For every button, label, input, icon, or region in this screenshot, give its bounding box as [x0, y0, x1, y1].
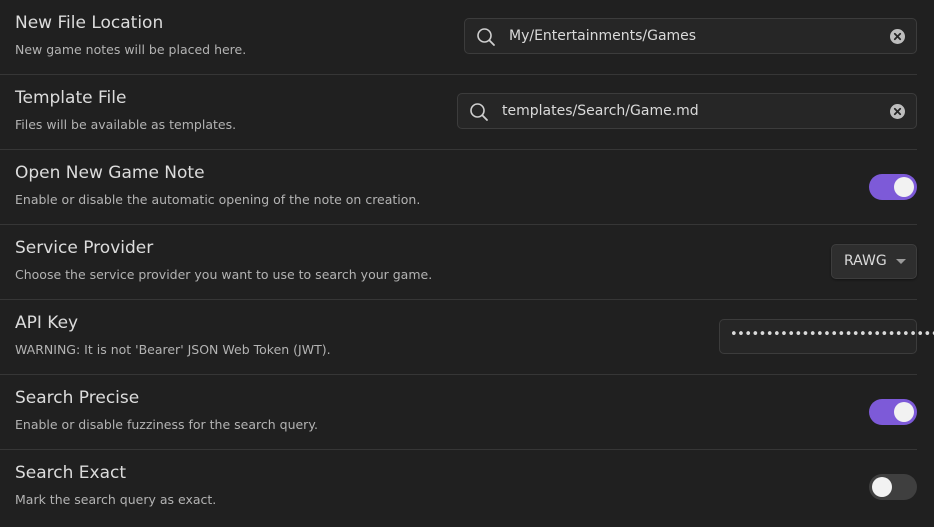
- open-new-game-note-toggle[interactable]: [869, 174, 917, 200]
- settings-panel: New File Location New game notes will be…: [0, 0, 934, 527]
- new-file-location-input[interactable]: My/Entertainments/Games: [464, 18, 917, 54]
- setting-title: Open New Game Note: [15, 163, 205, 183]
- template-file-input[interactable]: templates/Search/Game.md: [457, 93, 917, 129]
- setting-search-exact: Search Exact Mark the search query as ex…: [0, 450, 934, 525]
- toggle-knob: [872, 477, 892, 497]
- setting-description: Enable or disable the automatic opening …: [15, 192, 421, 207]
- setting-service-provider: Service Provider Choose the service prov…: [0, 225, 934, 300]
- setting-description: New game notes will be placed here.: [15, 42, 247, 57]
- setting-title: Search Precise: [15, 388, 140, 408]
- setting-title: Search Exact: [15, 463, 127, 483]
- setting-open-new-game-note: Open New Game Note Enable or disable the…: [0, 150, 934, 225]
- search-icon: [476, 27, 496, 47]
- setting-title: Service Provider: [15, 238, 154, 258]
- clear-icon[interactable]: [890, 104, 905, 119]
- chevron-down-icon[interactable]: [896, 259, 906, 264]
- toggle-knob: [894, 402, 914, 422]
- select-value[interactable]: RAWG: [844, 253, 887, 269]
- password-value[interactable]: ••••••••••••••••••••••••••••••••: [730, 327, 934, 342]
- setting-api-key: API Key WARNING: It is not 'Bearer' JSON…: [0, 300, 934, 375]
- setting-title: API Key: [15, 313, 79, 333]
- setting-title: New File Location: [15, 13, 164, 33]
- toggle-knob: [894, 177, 914, 197]
- search-icon: [469, 102, 489, 122]
- setting-description: Mark the search query as exact.: [15, 492, 217, 507]
- setting-description: Files will be available as templates.: [15, 117, 237, 132]
- setting-title: Template File: [15, 88, 127, 108]
- clear-icon[interactable]: [890, 29, 905, 44]
- search-precise-toggle[interactable]: [869, 399, 917, 425]
- input-value[interactable]: templates/Search/Game.md: [502, 103, 699, 119]
- setting-description: Choose the service provider you want to …: [15, 267, 433, 282]
- setting-search-precise: Search Precise Enable or disable fuzzine…: [0, 375, 934, 450]
- setting-description: Enable or disable fuzziness for the sear…: [15, 417, 318, 432]
- api-key-input[interactable]: ••••••••••••••••••••••••••••••••: [719, 319, 934, 354]
- setting-template-file: Template File Files will be available as…: [0, 75, 934, 150]
- setting-new-file-location: New File Location New game notes will be…: [0, 0, 934, 75]
- setting-description: WARNING: It is not 'Bearer' JSON Web Tok…: [15, 342, 331, 357]
- input-value[interactable]: My/Entertainments/Games: [509, 28, 696, 44]
- search-exact-toggle[interactable]: [869, 474, 917, 500]
- service-provider-select[interactable]: RAWG: [831, 244, 917, 279]
